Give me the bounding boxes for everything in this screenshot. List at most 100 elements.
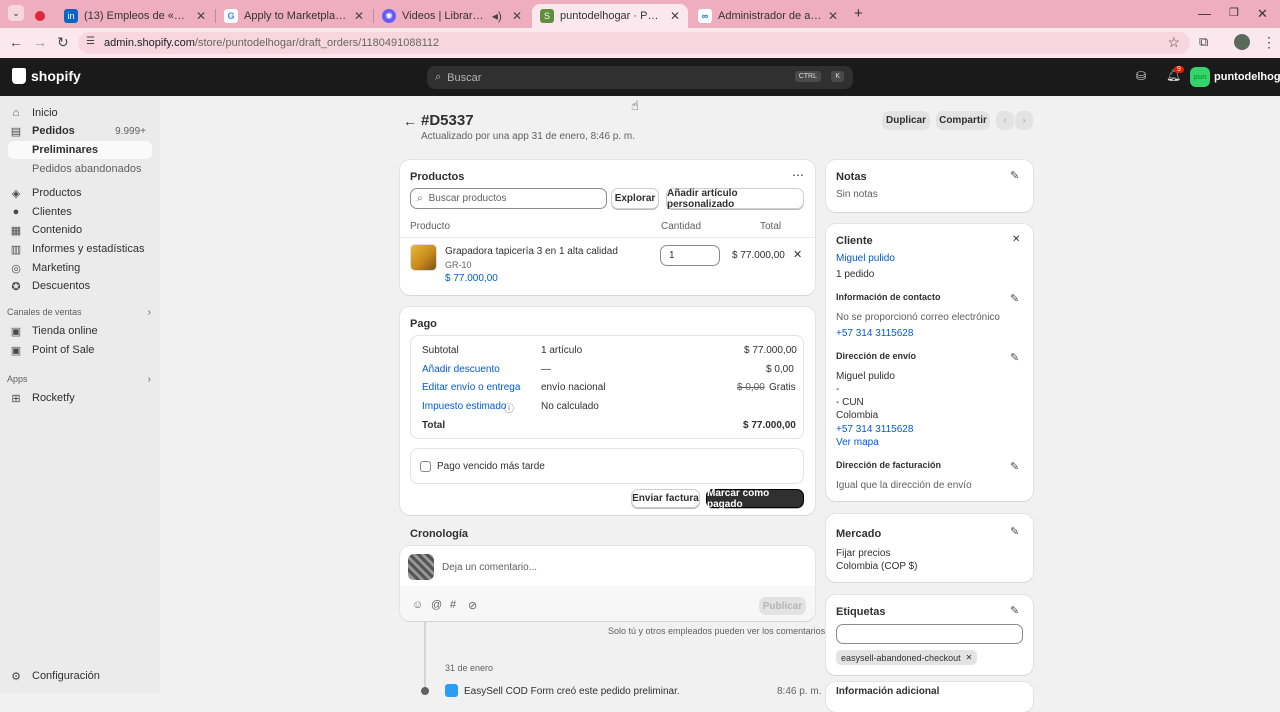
estimated-tax-link[interactable]: Impuesto estimado xyxy=(422,401,507,412)
browser-tab-linkedin[interactable]: in (13) Empleos de «supervisor ec ✕ xyxy=(56,4,214,28)
sidebar-item-descuentos[interactable]: ✪ Descuentos xyxy=(8,277,152,295)
sidebar-item-configuracion[interactable]: ⚙ Configuración xyxy=(8,667,152,685)
mute-tab-icon[interactable]: ◂) xyxy=(492,9,502,23)
timeline-date: 31 de enero xyxy=(445,663,494,673)
browser-tab-loom[interactable]: ✺ Videos | Library | Loom ◂) ✕ xyxy=(374,4,530,28)
product-search-input[interactable]: ⌕ Buscar productos xyxy=(410,188,607,209)
remove-tag-icon[interactable]: ✕ xyxy=(966,653,973,662)
product-price[interactable]: $ 77.000,00 xyxy=(445,273,498,284)
shopify-logo[interactable]: shopify xyxy=(12,68,81,84)
sidebar-item-pedidos-abandonados[interactable]: Pedidos abandonados xyxy=(8,160,152,178)
browse-button[interactable]: Explorar xyxy=(611,188,659,209)
ship-country: Colombia xyxy=(836,410,879,421)
hashtag-icon[interactable]: # xyxy=(450,599,456,611)
timeline-line xyxy=(424,621,426,693)
edit-pencil-icon[interactable]: ✎ xyxy=(1010,292,1019,305)
minimize-icon[interactable]: — xyxy=(1198,6,1211,21)
back-arrow-icon[interactable]: ← xyxy=(9,34,23,50)
edit-pencil-icon[interactable]: ✎ xyxy=(1010,525,1019,538)
remove-customer-icon[interactable]: ✕ xyxy=(1012,234,1020,245)
sales-channels-heading[interactable]: Canales de ventas › xyxy=(7,307,151,318)
url-field[interactable]: ☰ admin.shopify.com/store/puntodelhogar/… xyxy=(78,32,1190,54)
edit-pencil-icon[interactable]: ✎ xyxy=(1010,169,1019,182)
close-tab-icon[interactable]: ✕ xyxy=(196,9,206,23)
edit-pencil-icon[interactable]: ✎ xyxy=(1010,351,1019,364)
sidebar-item-inicio[interactable]: ⌂ Inicio xyxy=(8,104,152,122)
sidebar-item-clientes[interactable]: ● Clientes xyxy=(8,203,152,221)
edit-pencil-icon[interactable]: ✎ xyxy=(1010,460,1019,473)
sidebar-item-preliminares[interactable]: Preliminares xyxy=(8,141,152,159)
edit-pencil-icon[interactable]: ✎ xyxy=(1010,604,1019,617)
browser-tab-meta[interactable]: ∞ Administrador de anuncios - Ad ✕ xyxy=(690,4,846,28)
emoji-icon[interactable]: ☺ xyxy=(412,599,423,611)
col-product-header: Producto xyxy=(410,221,451,232)
sidebar-item-contenido[interactable]: ▦ Contenido xyxy=(8,221,152,239)
due-later-label[interactable]: Pago vencido más tarde xyxy=(437,461,545,472)
product-name[interactable]: Grapadora tapicería 3 en 1 alta calidad xyxy=(445,246,618,257)
sidebar-item-rocketfy[interactable]: ⊞ Rocketfy xyxy=(8,389,152,407)
customer-name-link[interactable]: Miguel pulido xyxy=(836,253,895,264)
meta-icon: ∞ xyxy=(698,9,712,23)
send-invoice-button[interactable]: Enviar factura xyxy=(631,489,700,508)
edit-shipping-link[interactable]: Editar envío o entrega xyxy=(422,382,520,393)
comment-input[interactable]: Deja un comentario... xyxy=(442,562,802,573)
product-thumbnail[interactable] xyxy=(410,244,437,271)
reload-icon[interactable]: ↻ xyxy=(57,34,69,51)
add-custom-item-button[interactable]: Añadir artículo personalizado xyxy=(666,188,804,210)
sidebar-item-tienda-online[interactable]: ▣ Tienda online xyxy=(8,322,152,340)
extensions-icon[interactable]: ⧉ xyxy=(1199,34,1208,50)
next-order-button[interactable]: › xyxy=(1015,111,1033,130)
browser-menu-icon[interactable]: ⋮ xyxy=(1262,34,1276,51)
browser-tab-google[interactable]: G Apply to Marketplace Growth M ✕ xyxy=(216,4,372,28)
duplicate-button[interactable]: Duplicar xyxy=(882,111,930,130)
ship-phone[interactable]: +57 314 3115628 xyxy=(836,424,913,435)
billing-address-title: Dirección de facturación xyxy=(836,460,942,470)
info-icon[interactable]: ⓘ xyxy=(504,400,514,415)
target-icon: ◎ xyxy=(11,262,21,275)
global-search-input[interactable]: ⌕ Buscar CTRL K xyxy=(427,66,853,89)
bookmark-star-icon[interactable]: ☆ xyxy=(1167,34,1180,51)
profile-avatar-icon[interactable] xyxy=(1234,34,1250,50)
more-actions-icon[interactable]: ⋯ xyxy=(792,168,804,182)
publish-button[interactable]: Publicar xyxy=(759,597,806,615)
remove-item-icon[interactable]: ✕ xyxy=(793,248,802,261)
browser-tab-record[interactable] xyxy=(30,4,54,28)
tags-input[interactable] xyxy=(836,624,1023,644)
store-menu[interactable]: pun puntodelhogar xyxy=(1190,67,1280,87)
share-button[interactable]: Compartir xyxy=(936,111,990,130)
new-tab-icon[interactable]: + xyxy=(854,5,863,22)
close-tab-icon[interactable]: ✕ xyxy=(512,9,522,23)
tab-search-icon[interactable]: ⌄ xyxy=(8,5,24,21)
person-icon: ● xyxy=(12,206,20,218)
close-window-icon[interactable]: ✕ xyxy=(1257,6,1268,22)
close-tab-icon[interactable]: ✕ xyxy=(828,9,838,23)
mention-icon[interactable]: @ xyxy=(431,599,442,611)
close-tab-icon[interactable]: ✕ xyxy=(354,9,364,23)
sidebar-item-point-of-sale[interactable]: ▣ Point of Sale xyxy=(8,341,152,359)
forward-arrow-icon[interactable]: → xyxy=(33,34,47,50)
sidebar-item-pedidos[interactable]: ▤ Pedidos 9.999+ xyxy=(8,122,152,140)
prev-order-button[interactable]: ‹ xyxy=(996,111,1014,130)
site-info-icon[interactable]: ☰ xyxy=(86,36,95,47)
apps-heading[interactable]: Apps › xyxy=(7,374,151,385)
sidebar-item-productos[interactable]: ◈ Productos xyxy=(8,184,152,202)
chevron-right-icon: › xyxy=(147,307,151,318)
sidekick-icon[interactable]: ⛁ xyxy=(1136,69,1146,83)
close-tab-icon[interactable]: ✕ xyxy=(670,9,680,23)
extra-info-card: Información adicional xyxy=(826,682,1033,712)
sidebar-item-marketing[interactable]: ◎ Marketing xyxy=(8,259,152,277)
contact-phone[interactable]: +57 314 3115628 xyxy=(836,328,913,339)
market-card: Mercado ✎ Fijar precios Colombia (COP $) xyxy=(826,514,1033,582)
restore-icon[interactable]: ❐ xyxy=(1229,6,1239,19)
browser-tab-bar: ⌄ in (13) Empleos de «supervisor ec ✕ G … xyxy=(0,0,1280,28)
due-later-checkbox[interactable] xyxy=(420,461,431,472)
view-map-link[interactable]: Ver mapa xyxy=(836,437,879,448)
add-discount-link[interactable]: Añadir descuento xyxy=(422,364,500,375)
quantity-input[interactable]: 1 xyxy=(660,245,720,266)
notes-value: Sin notas xyxy=(836,189,878,200)
sidebar-item-informes[interactable]: ▥ Informes y estadísticas xyxy=(8,240,152,258)
mark-paid-button[interactable]: Marcar como pagado xyxy=(706,488,804,510)
back-arrow-icon[interactable]: ← xyxy=(403,113,417,129)
attachment-icon[interactable]: ⊘ xyxy=(468,599,477,612)
browser-tab-shopify[interactable]: S puntodelhogar · Pedido prelimi ✕ xyxy=(532,4,688,28)
